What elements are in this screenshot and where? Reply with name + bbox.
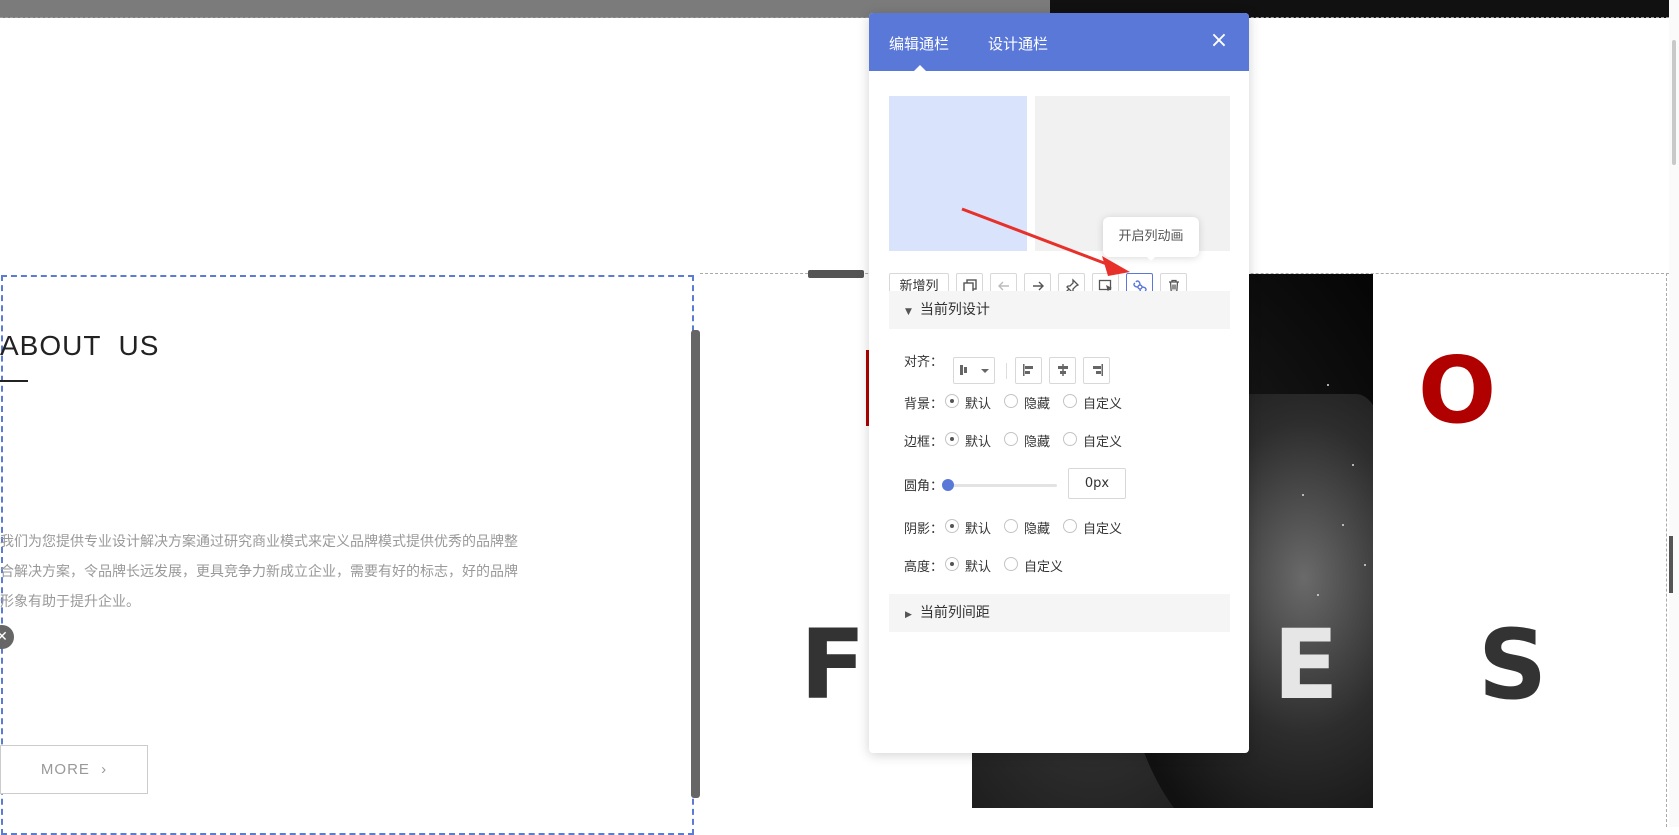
- option-hidden: 隐藏: [1024, 435, 1051, 450]
- section-title: 当前列间距: [919, 605, 990, 621]
- border-label: 边框：: [904, 435, 944, 450]
- background-label: 背景：: [904, 397, 944, 412]
- star: [1317, 594, 1319, 596]
- column-preview-selected[interactable]: [889, 96, 1027, 251]
- align-label: 对齐：: [904, 355, 944, 370]
- height-default-radio[interactable]: [945, 557, 959, 571]
- option-hidden: 隐藏: [1024, 522, 1051, 537]
- section-current-spacing[interactable]: ▶ 当前列间距: [889, 594, 1230, 632]
- border-default-radio[interactable]: [945, 432, 959, 446]
- shadow-label: 阴影：: [904, 522, 944, 537]
- chevron-right-icon: ›: [101, 761, 108, 778]
- option-default: 默认: [965, 435, 992, 450]
- star: [1364, 564, 1366, 566]
- panel-header: 编辑通栏 设计通栏 ×: [869, 13, 1249, 71]
- radius-input[interactable]: 0px: [1068, 468, 1126, 499]
- more-button[interactable]: MORE ›: [0, 745, 148, 794]
- align-center-icon[interactable]: [1049, 357, 1076, 384]
- more-label: MORE: [40, 761, 90, 778]
- close-icon[interactable]: ×: [1209, 30, 1229, 52]
- scrollbar-thumb[interactable]: [1672, 40, 1676, 165]
- row-drag-handle[interactable]: [808, 270, 864, 278]
- column-border: [1666, 273, 1667, 827]
- background-default-radio[interactable]: [945, 394, 959, 408]
- align-select[interactable]: [953, 357, 995, 384]
- align-right-icon[interactable]: [1083, 357, 1110, 384]
- option-default: 默认: [965, 397, 992, 412]
- option-custom: 自定义: [1024, 560, 1064, 575]
- border-custom-radio[interactable]: [1063, 432, 1077, 446]
- big-letter-e: E: [1273, 609, 1339, 721]
- border-hidden-radio[interactable]: [1004, 432, 1018, 446]
- big-letter-f: F: [800, 609, 866, 721]
- section-title: 当前列设计: [919, 302, 990, 318]
- shadow-default-radio[interactable]: [945, 519, 959, 533]
- star: [1302, 494, 1304, 496]
- about-title: ABOUT US: [0, 330, 160, 361]
- star: [1342, 524, 1344, 526]
- option-default: 默认: [965, 560, 992, 575]
- section-current-design[interactable]: ▼ 当前列设计: [889, 291, 1230, 329]
- option-default: 默认: [965, 522, 992, 537]
- about-paragraph: 我们为您提供专业设计解决方案通过研究商业模式来定义品牌模式提供优秀的品牌整合解决…: [0, 534, 518, 610]
- tab-design-row[interactable]: 设计通栏: [988, 33, 1048, 54]
- radius-slider-knob[interactable]: [942, 479, 954, 491]
- tab-edit-row[interactable]: 编辑通栏: [889, 33, 949, 54]
- caret-down-icon: ▼: [905, 307, 912, 317]
- background-custom-radio[interactable]: [1063, 394, 1077, 408]
- option-custom: 自定义: [1083, 397, 1123, 412]
- side-handle[interactable]: [1669, 536, 1673, 593]
- option-custom: 自定义: [1083, 435, 1123, 450]
- height-label: 高度：: [904, 560, 944, 575]
- radius-slider-track[interactable]: [947, 484, 1057, 487]
- tooltip: 开启列动画: [1103, 217, 1199, 257]
- title-underline: [0, 380, 28, 382]
- section-border: [0, 17, 1679, 18]
- radius-label: 圆角：: [904, 479, 944, 494]
- column-settings-panel: 编辑通栏 设计通栏 × 开启列动画 新增列 ▼ 当前列设计 对齐： 背景： 默认…: [869, 13, 1249, 753]
- star: [1352, 464, 1354, 466]
- background-hidden-radio[interactable]: [1004, 394, 1018, 408]
- align-left-icon[interactable]: [1015, 357, 1042, 384]
- star: [1327, 384, 1329, 386]
- height-custom-radio[interactable]: [1004, 557, 1018, 571]
- shadow-custom-radio[interactable]: [1063, 519, 1077, 533]
- shadow-hidden-radio[interactable]: [1004, 519, 1018, 533]
- tooltip-arrow: [1144, 254, 1158, 261]
- divider: [1006, 363, 1007, 379]
- big-letter-s: S: [1478, 609, 1548, 721]
- caret-right-icon: ▶: [905, 610, 912, 620]
- column-resize-handle[interactable]: [691, 330, 700, 798]
- option-hidden: 隐藏: [1024, 397, 1051, 412]
- option-custom: 自定义: [1083, 522, 1123, 537]
- active-tab-indicator: [914, 65, 926, 71]
- big-letter-o: O: [1418, 337, 1497, 444]
